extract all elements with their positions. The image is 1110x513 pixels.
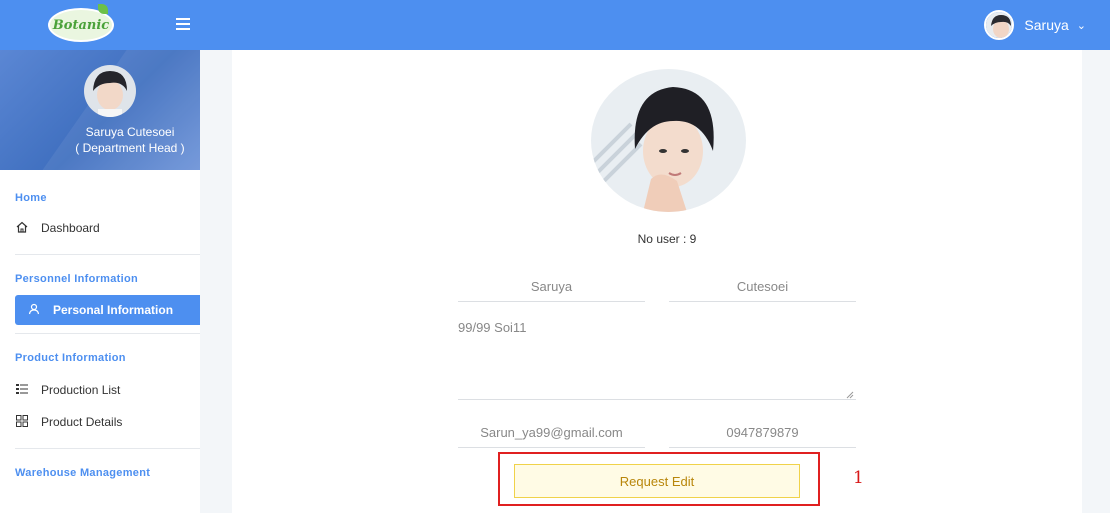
email-field[interactable]: [458, 418, 645, 448]
profile-avatar: [84, 65, 136, 117]
sidebar-item-label: Product Details: [41, 415, 123, 429]
botanic-logo[interactable]: Botanic: [48, 4, 114, 42]
sidebar-item-production-list[interactable]: Production List: [0, 382, 200, 398]
section-personnel: Personnel Information: [15, 273, 139, 285]
sidebar-item-dashboard[interactable]: Dashboard: [0, 220, 200, 236]
annotation-number: 1: [853, 468, 864, 488]
request-edit-button[interactable]: Request Edit: [514, 464, 800, 498]
section-home: Home: [15, 192, 47, 204]
user-menu[interactable]: Saruya ⌄: [984, 10, 1086, 40]
user-icon: [27, 303, 41, 318]
first-name-field[interactable]: [458, 272, 645, 302]
sidebar-item-label: Dashboard: [41, 221, 100, 235]
top-navbar: Botanic Saruya ⌄: [0, 0, 1110, 50]
profile-photo: [591, 69, 746, 212]
chevron-down-icon: ⌄: [1076, 19, 1086, 32]
phone-field[interactable]: [669, 418, 856, 448]
list-icon: [15, 383, 29, 398]
hamburger-menu-icon[interactable]: [176, 18, 190, 30]
user-name: Saruya: [1024, 17, 1069, 33]
profile-name: Saruya Cutesoei: [85, 125, 175, 139]
sidebar-item-label: Production List: [41, 383, 121, 397]
sidebar-item-personal-information[interactable]: Personal Information: [15, 295, 200, 325]
logo-text: Botanic: [52, 17, 110, 33]
avatar: [984, 10, 1015, 40]
sidebar-profile-card: Saruya Cutesoei ( Department Head ): [0, 50, 200, 170]
personal-info-panel: No user : 9 99/99 Soi11 Request Edit: [232, 50, 1082, 513]
grid-icon: [15, 414, 29, 430]
sidebar-item-label: Personal Information: [53, 303, 174, 317]
user-number: No user : 9: [637, 232, 697, 246]
section-product: Product Information: [15, 352, 126, 364]
sidebar: Saruya Cutesoei ( Department Head ) Home…: [0, 50, 200, 513]
home-icon: [15, 221, 29, 236]
leaf-icon: [98, 4, 108, 14]
profile-role: ( Department Head ): [75, 141, 185, 155]
resize-grip-icon[interactable]: [846, 391, 854, 399]
sidebar-item-product-details[interactable]: Product Details: [0, 414, 200, 430]
last-name-field[interactable]: [669, 272, 856, 302]
address-field[interactable]: 99/99 Soi11: [458, 310, 856, 400]
section-warehouse[interactable]: Warehouse Management: [0, 467, 200, 479]
